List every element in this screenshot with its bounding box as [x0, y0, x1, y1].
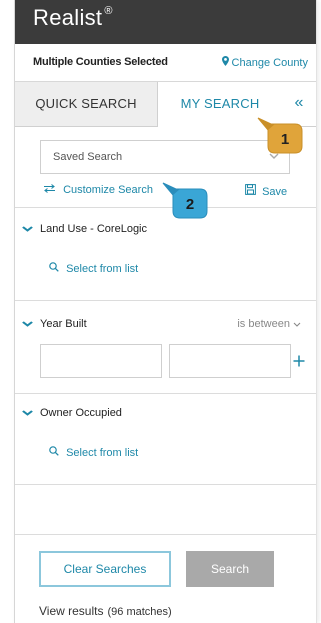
- callout-1: 1: [257, 117, 303, 154]
- chevron-down-icon: [22, 408, 34, 419]
- owner-occupied-header[interactable]: Owner Occupied: [22, 407, 122, 419]
- owner-occupied-select-link[interactable]: Select from list: [49, 446, 138, 459]
- tab-quick-search[interactable]: QUICK SEARCH: [15, 82, 157, 127]
- map-pin-icon: [221, 56, 229, 69]
- add-range-icon[interactable]: [293, 352, 305, 372]
- section-divider: [15, 534, 316, 535]
- county-bar: Multiple Counties Selected Change County: [15, 44, 316, 80]
- callout-2-number: 2: [186, 196, 194, 213]
- section-divider: [15, 393, 316, 394]
- saved-search-placeholder: Saved Search: [53, 151, 123, 163]
- chevron-down-icon: [293, 318, 301, 330]
- search-icon: [49, 262, 62, 275]
- year-built-title: Year Built: [40, 318, 87, 330]
- year-built-operator-dropdown[interactable]: is between: [237, 318, 301, 330]
- search-panel: Realist ® Multiple Counties Selected Chan…: [14, 0, 317, 623]
- owner-occupied-select-label: Select from list: [66, 447, 139, 459]
- clear-searches-button[interactable]: Clear Searches: [39, 551, 171, 587]
- saved-search-dropdown[interactable]: Saved Search: [40, 140, 290, 174]
- section-divider: [15, 484, 316, 485]
- brand-logo: Realist ®: [33, 4, 113, 30]
- callout-1-number: 1: [281, 131, 289, 148]
- year-built-to-input[interactable]: [169, 344, 291, 378]
- county-selection-label: Multiple Counties Selected: [33, 56, 168, 68]
- view-results-label: View results: [39, 604, 104, 618]
- app-header: Realist ®: [15, 0, 316, 44]
- chevron-down-icon: [22, 319, 34, 330]
- swap-arrows-icon: [43, 184, 59, 196]
- land-use-select-link[interactable]: Select from list: [49, 262, 138, 275]
- year-built-from-input[interactable]: [40, 344, 162, 378]
- year-built-header[interactable]: Year Built: [22, 318, 87, 330]
- change-county-label: Change County: [231, 57, 308, 69]
- year-built-operator-label: is between: [237, 318, 290, 330]
- view-results-link[interactable]: View results (96 matches): [39, 604, 172, 618]
- save-icon: [245, 184, 259, 198]
- search-icon: [49, 446, 62, 459]
- land-use-select-label: Select from list: [66, 263, 139, 275]
- search-button[interactable]: Search: [186, 551, 274, 587]
- save-search-button[interactable]: Save: [245, 184, 287, 198]
- land-use-header[interactable]: Land Use - CoreLogic: [22, 223, 148, 235]
- results-count: (96 matches): [107, 606, 172, 618]
- chevron-down-icon: [22, 224, 34, 235]
- customize-search-link[interactable]: Customize Search: [43, 184, 153, 196]
- change-county-link[interactable]: Change County: [221, 56, 308, 69]
- callout-2: 2: [162, 182, 208, 219]
- customize-search-label: Customize Search: [63, 184, 153, 196]
- land-use-title: Land Use - CoreLogic: [40, 223, 148, 235]
- owner-occupied-title: Owner Occupied: [40, 407, 122, 419]
- save-label: Save: [262, 186, 288, 198]
- section-divider: [15, 300, 316, 301]
